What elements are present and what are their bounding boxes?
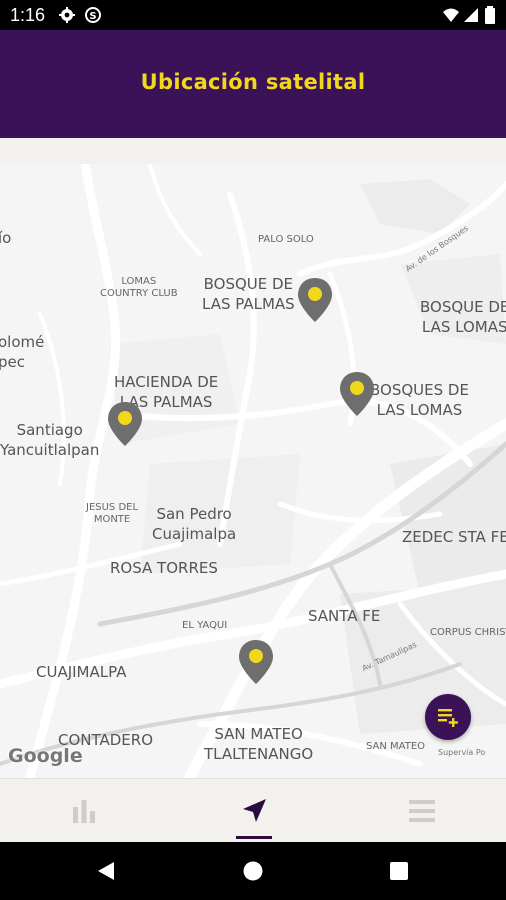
- location-pin-icon[interactable]: [238, 638, 274, 686]
- svg-text:S: S: [89, 11, 96, 22]
- location-pin-icon[interactable]: [107, 400, 143, 448]
- nav-location[interactable]: [224, 779, 284, 843]
- status-bar: 1:16 S: [0, 0, 506, 30]
- map-label: olomé pec: [0, 333, 45, 371]
- map-label: BOSQUE DE LAS PALMAS: [202, 275, 295, 313]
- location-pin-icon[interactable]: [297, 276, 333, 324]
- map-label: LOMAS COUNTRY CLUB: [100, 276, 178, 299]
- map-label: ío: [0, 229, 12, 247]
- street-label: Supervía Po: [438, 748, 486, 757]
- page-title: Ubicación satelital: [140, 70, 366, 94]
- map-label: BOSQUE DE LAS LOMAS: [420, 298, 506, 336]
- map-label: JESUS DEL MONTE: [86, 502, 139, 525]
- map-label: EL YAQUI: [182, 620, 228, 631]
- wifi-icon: [443, 8, 459, 22]
- recents-icon[interactable]: [389, 861, 409, 881]
- map-label: SAN MATEO TLALTENANGO: [204, 725, 314, 763]
- list-add-icon: [438, 709, 458, 727]
- menu-lines-icon: [409, 800, 435, 822]
- google-logo: Google: [8, 745, 83, 767]
- back-icon[interactable]: [95, 860, 117, 882]
- status-time: 1:16: [10, 5, 46, 25]
- active-tab-indicator: [236, 836, 272, 839]
- map-view[interactable]: ío PALO SOLO LOMAS COUNTRY CLUB BOSQUE D…: [0, 164, 506, 778]
- list-add-button[interactable]: [425, 694, 471, 740]
- settings-gear-icon: [59, 7, 75, 23]
- app-bar: Ubicación satelital: [0, 30, 506, 138]
- battery-icon: [485, 6, 495, 24]
- bar-chart-icon: [73, 800, 95, 823]
- nav-stats[interactable]: [54, 779, 114, 843]
- home-icon[interactable]: [242, 860, 264, 882]
- location-pin-icon[interactable]: [339, 370, 375, 418]
- cell-signal-icon: [464, 8, 478, 22]
- map-label: BOSQUES DE LAS LOMAS: [370, 381, 469, 419]
- map-label: CUAJIMALPA: [36, 663, 127, 681]
- map-label: ZEDEC STA FE: [402, 528, 506, 546]
- header-spacer: [0, 138, 506, 164]
- map-label: San Pedro Cuajimalpa: [152, 505, 237, 543]
- map-label: ROSA TORRES: [110, 559, 218, 577]
- data-saver-icon: S: [85, 7, 101, 23]
- map-label: SANTA FE: [308, 607, 381, 625]
- nav-menu[interactable]: [392, 779, 452, 843]
- map-label: PALO SOLO: [258, 234, 314, 245]
- navigation-arrow-icon: [243, 799, 266, 822]
- map-label: CORPUS CHRISTI: [430, 627, 506, 638]
- map-label: SAN MATEO: [366, 741, 426, 752]
- system-navigation-bar: [0, 842, 506, 900]
- bottom-navigation: [0, 778, 506, 843]
- map-label: Santiago Yancuitlalpan: [0, 421, 100, 459]
